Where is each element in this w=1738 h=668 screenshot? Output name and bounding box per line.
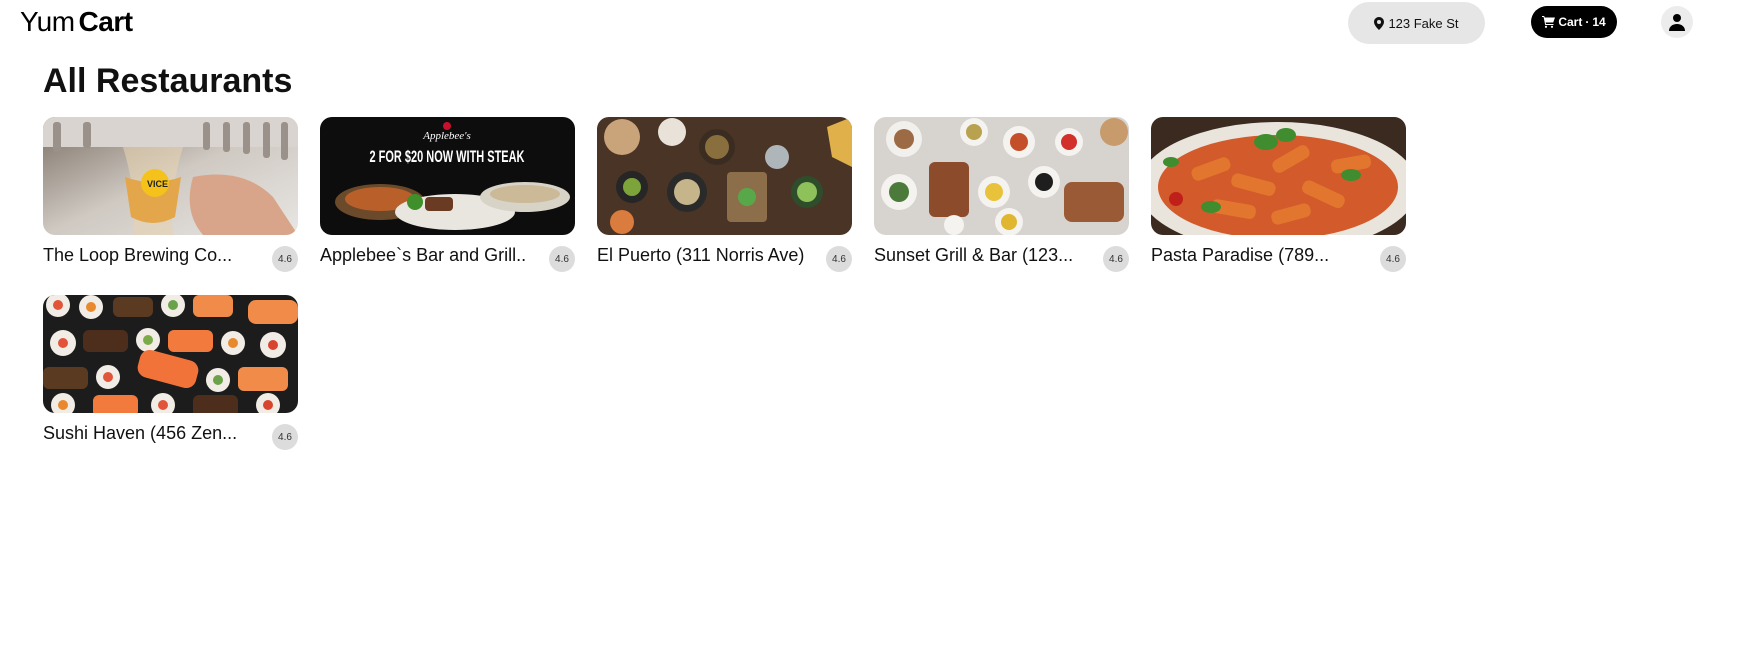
delivery-address-text: 123 Fake St bbox=[1388, 15, 1459, 31]
cart-label: Cart bbox=[1558, 15, 1583, 29]
restaurant-image bbox=[1151, 117, 1406, 235]
rating-badge: 4.6 bbox=[826, 246, 852, 272]
logo[interactable]: Yum Cart bbox=[20, 4, 133, 40]
top-nav: Yum Cart 123 Fake St Cart · 14 bbox=[0, 0, 1738, 44]
rating-badge: 4.6 bbox=[549, 246, 575, 272]
delivery-address-button[interactable]: 123 Fake St bbox=[1348, 2, 1485, 44]
restaurant-image bbox=[597, 117, 852, 235]
restaurant-name: El Puerto (311 Norris Ave) bbox=[597, 245, 805, 265]
promo-text: 2 FOR $20 NOW WITH STEAK bbox=[370, 147, 525, 166]
cart-separator: · bbox=[1585, 15, 1590, 29]
svg-text:VICE: VICE bbox=[147, 179, 168, 189]
cart-count: 14 bbox=[1592, 15, 1606, 29]
restaurant-name: Sushi Haven (456 Zen... bbox=[43, 423, 238, 443]
restaurant-image: Applebee's 2 FOR $20 NOW WITH STEAK bbox=[320, 117, 575, 235]
map-pin-icon bbox=[1374, 16, 1385, 30]
restaurant-name: Applebee`s Bar and Grill... bbox=[320, 245, 525, 265]
user-icon bbox=[1669, 14, 1685, 31]
restaurant-image: VICE bbox=[43, 117, 298, 235]
restaurant-name: The Loop Brewing Co... bbox=[43, 245, 233, 265]
promo-brand: Applebee's bbox=[422, 130, 471, 142]
cart-icon bbox=[1542, 16, 1556, 28]
restaurant-card[interactable]: VICE The Loop Brewing Co... 4.6 bbox=[43, 117, 298, 277]
restaurant-image bbox=[874, 117, 1129, 235]
restaurant-card[interactable]: El Puerto (311 Norris Ave) 4.6 bbox=[597, 117, 852, 277]
rating-badge: 4.6 bbox=[272, 246, 298, 272]
profile-button[interactable] bbox=[1661, 6, 1693, 38]
restaurant-card[interactable]: Sushi Haven (456 Zen... 4.6 bbox=[43, 295, 298, 455]
cart-button[interactable]: Cart · 14 bbox=[1531, 6, 1617, 38]
logo-light-text: Yum bbox=[20, 6, 75, 37]
rating-badge: 4.6 bbox=[272, 424, 298, 450]
restaurant-name: Pasta Paradise (789... bbox=[1151, 245, 1330, 265]
restaurant-name: Sunset Grill & Bar (123... bbox=[874, 245, 1074, 265]
restaurant-image bbox=[43, 295, 298, 413]
rating-badge: 4.6 bbox=[1103, 246, 1129, 272]
logo-bold-text: Cart bbox=[78, 6, 134, 37]
restaurant-card[interactable]: Sunset Grill & Bar (123... 4.6 bbox=[874, 117, 1129, 277]
rating-badge: 4.6 bbox=[1380, 246, 1406, 272]
restaurant-card[interactable]: Pasta Paradise (789... 4.6 bbox=[1151, 117, 1406, 277]
restaurant-card[interactable]: Applebee's 2 FOR $20 NOW WITH STEAK Appl… bbox=[320, 117, 575, 277]
page-title: All Restaurants bbox=[43, 62, 293, 100]
